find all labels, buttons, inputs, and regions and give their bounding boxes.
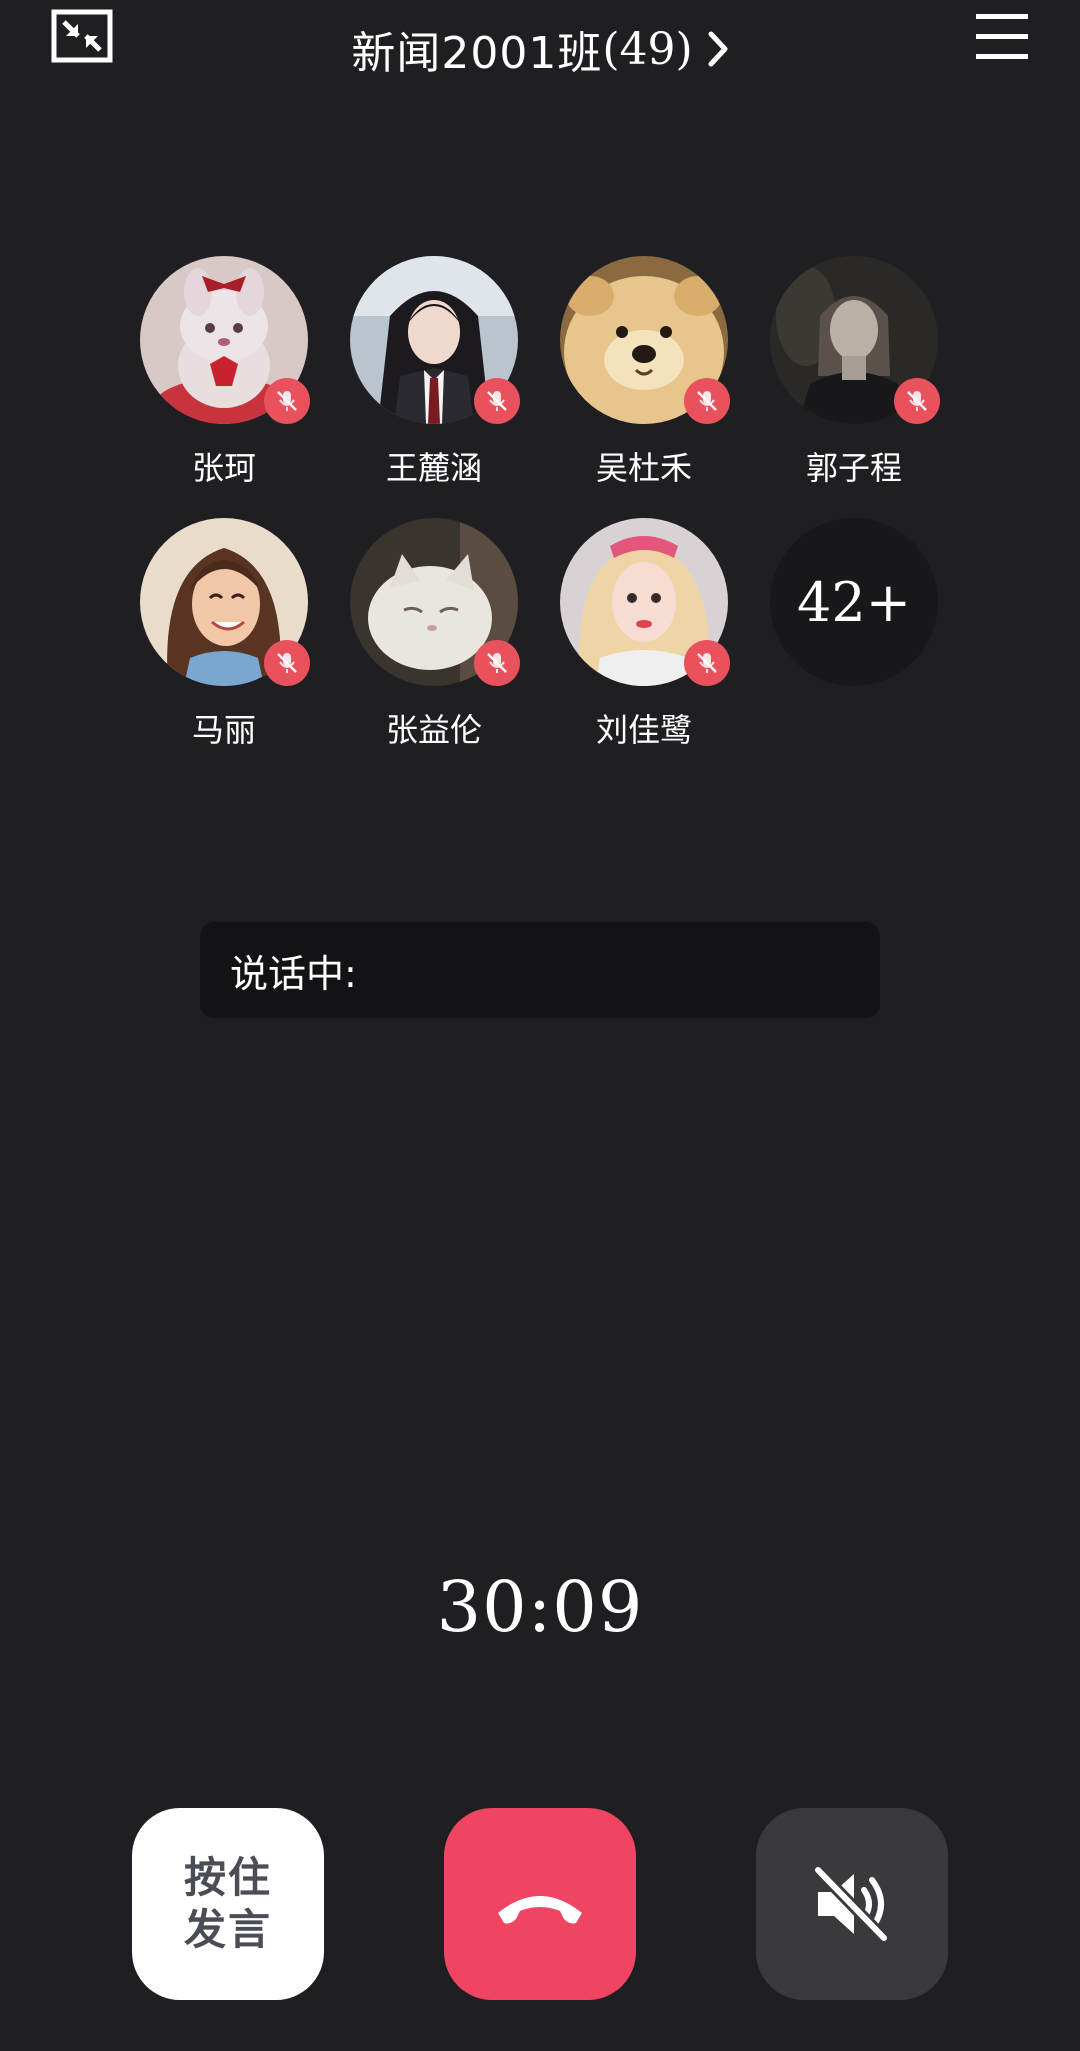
member-name: 王麓涵	[385, 449, 482, 487]
member-name: 张珂	[191, 449, 256, 487]
voice-call-screen: 新闻2001班 (49) 张珂 王麓涵 吴杜禾 郭子程 马丽 张益伦 刘佳鹭 4…	[0, 0, 1080, 2051]
member-name: 郭子程	[805, 449, 902, 487]
member-tile[interactable]: 吴杜禾	[560, 256, 730, 490]
more-members-button[interactable]: 42+	[770, 518, 938, 752]
mic-muted-icon	[474, 378, 520, 424]
group-title[interactable]: 新闻2001班 (49)	[0, 14, 1080, 84]
speaking-label: 说话中:	[230, 951, 357, 996]
mic-muted-icon	[684, 640, 730, 686]
member-tile[interactable]: 郭子程	[770, 256, 940, 490]
member-name: 马丽	[191, 711, 256, 749]
push-to-talk-button[interactable]: 按住发言	[132, 1808, 324, 2000]
mic-muted-icon	[264, 378, 310, 424]
member-tile[interactable]: 刘佳鹭	[560, 518, 730, 752]
push-to-talk-label: 按住发言	[183, 1853, 272, 1954]
member-tile[interactable]: 张珂	[140, 256, 310, 490]
chevron-right-icon	[708, 31, 728, 67]
speaker-muted-icon	[812, 1864, 890, 1944]
member-name: 刘佳鹭	[595, 711, 692, 749]
member-tile[interactable]: 王麓涵	[350, 256, 520, 490]
more-members-count: 42+	[770, 518, 938, 686]
mic-muted-icon	[474, 640, 520, 686]
member-tile[interactable]: 张益伦	[350, 518, 520, 752]
call-timer: 30:09	[436, 1566, 644, 1648]
group-member-count: (49)	[602, 23, 693, 75]
member-tile[interactable]: 马丽	[140, 518, 310, 752]
member-name: 吴杜禾	[595, 449, 692, 487]
speaker-toggle-button[interactable]	[756, 1808, 948, 2000]
member-name: 张益伦	[385, 711, 482, 749]
menu-button[interactable]	[974, 10, 1030, 64]
hamburger-menu-icon	[976, 14, 1028, 59]
hangup-button[interactable]	[444, 1808, 636, 2000]
mic-muted-icon	[894, 378, 940, 424]
mic-muted-icon	[684, 378, 730, 424]
mic-muted-icon	[264, 640, 310, 686]
phone-hangup-icon	[498, 1896, 582, 1924]
member-grid: 张珂 王麓涵 吴杜禾 郭子程 马丽 张益伦 刘佳鹭 42+	[140, 256, 940, 752]
speaking-indicator: 说话中:	[200, 922, 880, 1018]
group-name: 新闻2001班	[351, 28, 603, 79]
